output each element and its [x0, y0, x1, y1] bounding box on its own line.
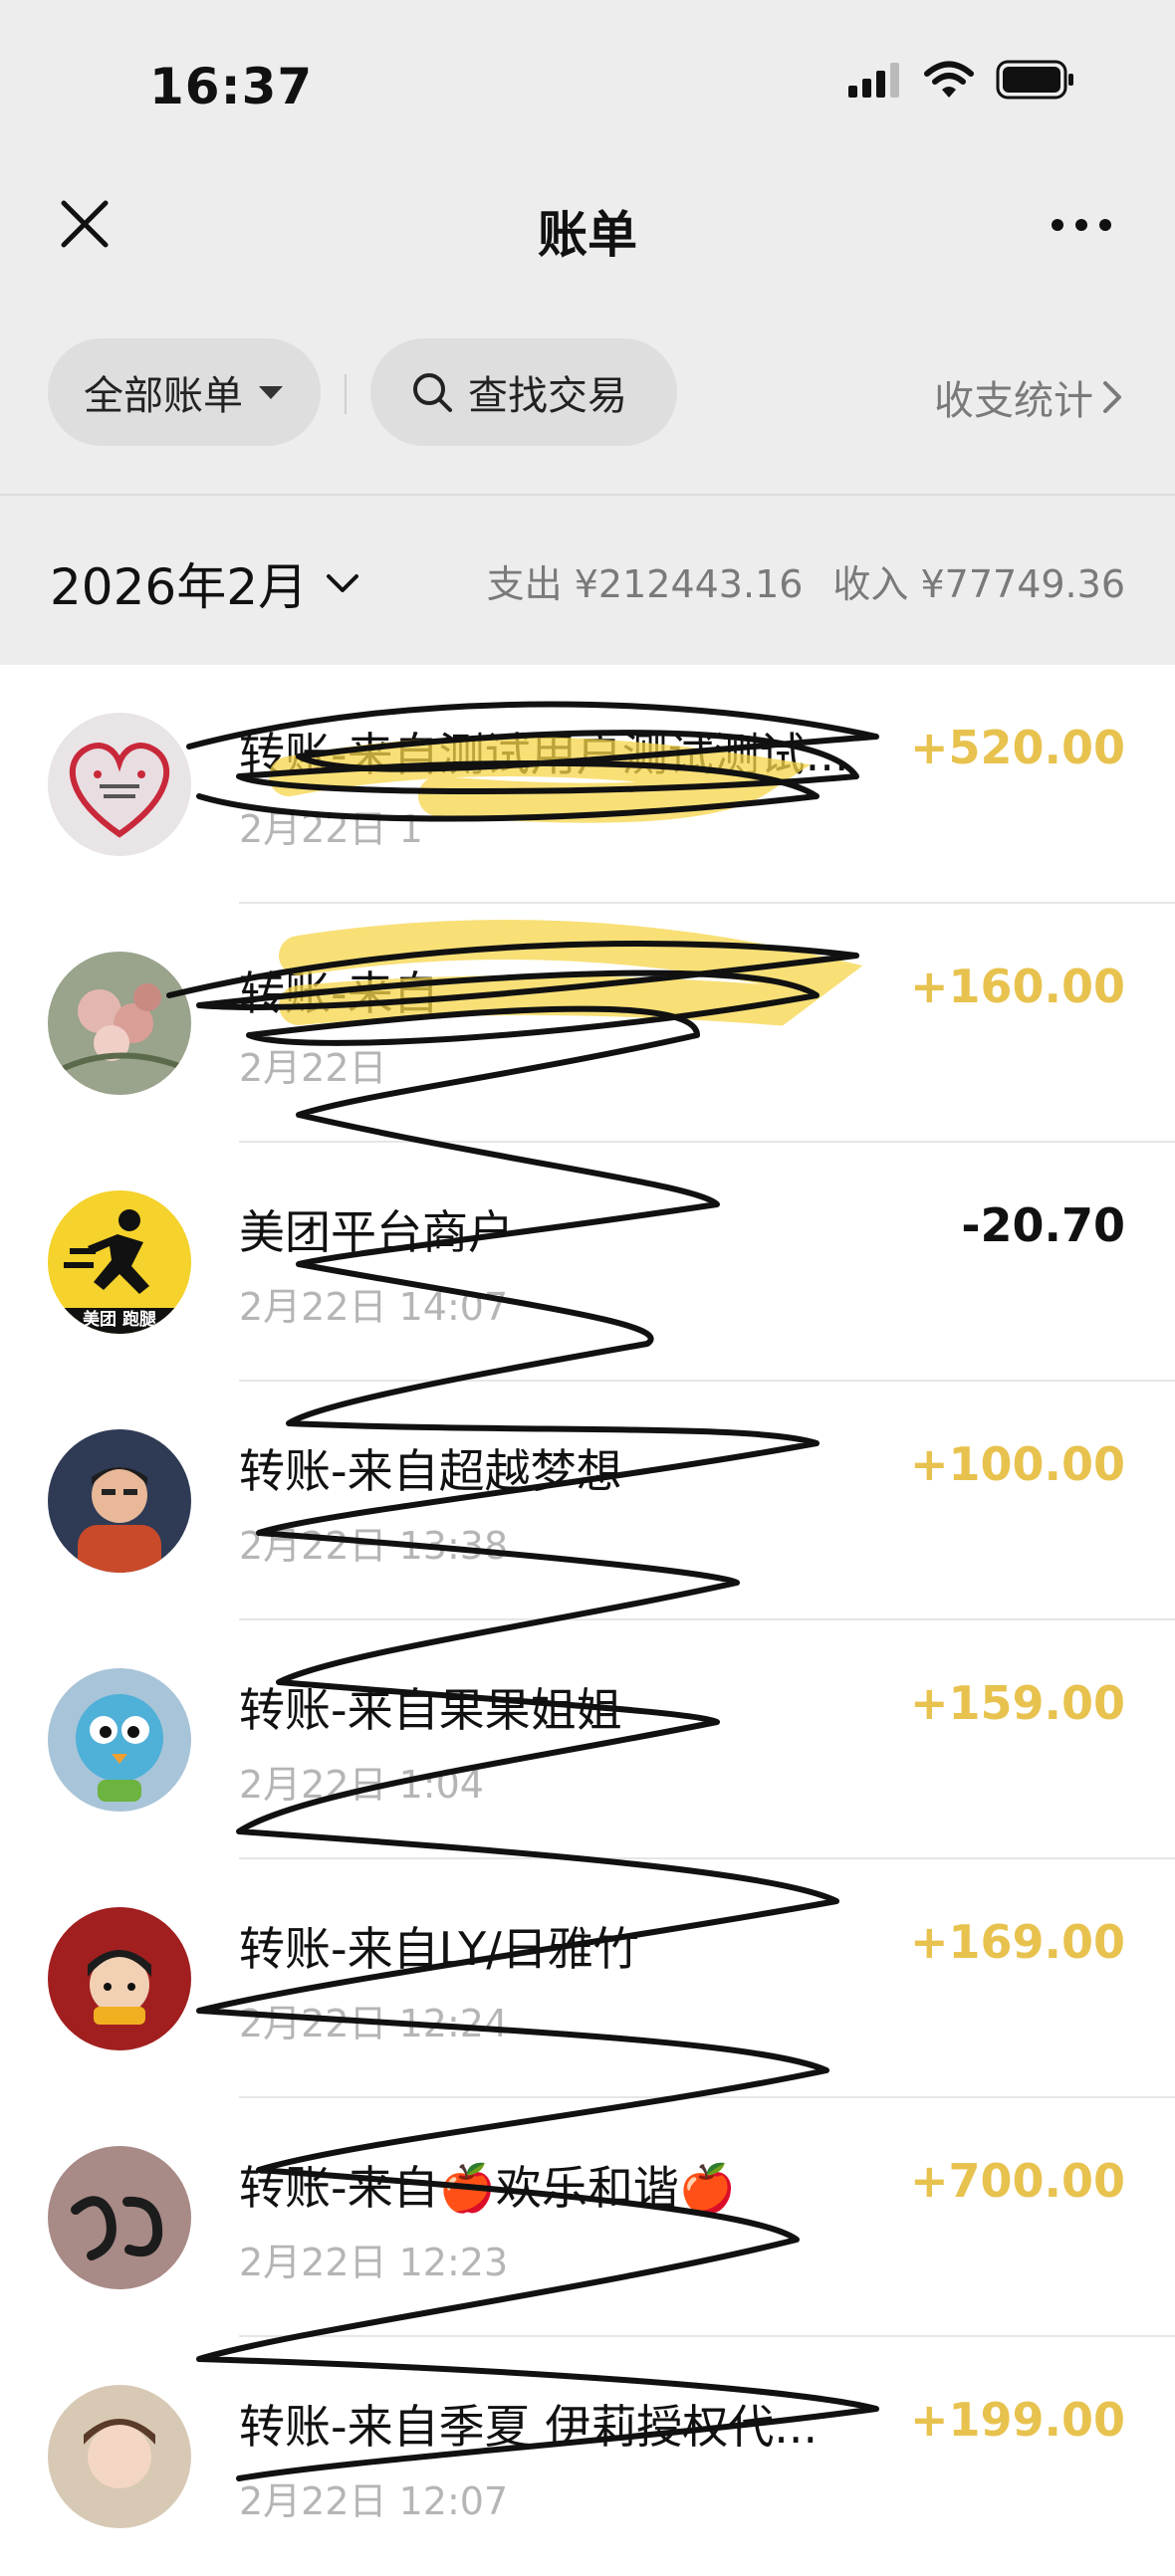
transaction-title: 转账-来自	[239, 966, 439, 1020]
transaction-amount: -20.70	[961, 1198, 1125, 1252]
transaction-amount: +169.00	[909, 1915, 1125, 1969]
month-selector[interactable]: 2026年2月	[50, 547, 359, 619]
all-bills-label: 全部账单	[84, 373, 243, 419]
meituan-label: 美团 跑腿	[83, 1310, 156, 1330]
transaction-title: 转账-来自测试用户测试测试...	[239, 728, 849, 781]
transaction-row[interactable]: 转账-来自超越梦想 2月22日 13:38 +100.00	[0, 1382, 1175, 1620]
month-summary: 支出 ¥212443.16 收入 ¥77749.36	[487, 553, 1125, 608]
transaction-amount: +700.00	[909, 2154, 1125, 2208]
filter-divider	[345, 374, 347, 414]
transaction-title: 转账-来自🍎欢乐和谐🍎	[239, 2161, 737, 2215]
transaction-row[interactable]: 转账-来自LY/日雅竹 2月22日 12:24 +169.00	[0, 1859, 1175, 2098]
transaction-time: 2月22日 1	[239, 807, 423, 851]
expense-total: 支出 ¥212443.16	[486, 562, 804, 606]
search-label: 查找交易	[468, 373, 627, 419]
avatar	[48, 713, 191, 856]
transaction-row[interactable]: 转账-来自季夏 伊莉授权代... 2月22日 12:07 +199.00	[0, 2337, 1175, 2576]
transaction-row[interactable]: 美团 跑腿 美团平台商户 2月22日 14:07 -20.70	[0, 1143, 1175, 1382]
chevron-down-icon	[327, 574, 359, 592]
month-label: 2026年2月	[50, 558, 309, 616]
transaction-time: 2月22日 12:07	[239, 2479, 509, 2523]
search-icon	[413, 373, 452, 412]
chevron-right-icon	[1103, 381, 1121, 413]
transaction-time: 2月22日 12:24	[239, 2002, 509, 2045]
signal-icon	[848, 63, 899, 98]
search-transaction-button[interactable]: 查找交易	[370, 338, 677, 446]
more-icon[interactable]	[1050, 205, 1113, 245]
status-icons	[846, 60, 1075, 100]
transaction-time: 2月22日 13:38	[239, 1524, 509, 1568]
transaction-title: 转账-来自季夏 伊莉授权代...	[239, 2400, 819, 2454]
transaction-row[interactable]: 转账-来自 2月22日 +160.00	[0, 904, 1175, 1143]
all-bills-filter-button[interactable]: 全部账单	[48, 338, 321, 446]
stats-label: 收支统计	[934, 378, 1093, 424]
transaction-row[interactable]: 转账-来自果果姐姐 2月22日 1:04 +159.00	[0, 1620, 1175, 1859]
meituan-avatar: 美团 跑腿	[48, 1190, 191, 1334]
transaction-time: 2月22日 12:23	[239, 2241, 509, 2284]
transaction-amount: +159.00	[909, 1676, 1125, 1730]
avatar	[48, 2146, 191, 2289]
income-expense-stats-link[interactable]: 收支统计	[934, 368, 1123, 426]
avatar	[48, 952, 191, 1095]
page-title: 账单	[538, 206, 637, 264]
header-divider	[0, 494, 1175, 496]
transaction-row[interactable]: 转账-来自🍎欢乐和谐🍎 2月22日 12:23 +700.00	[0, 2098, 1175, 2337]
status-time: 16:37	[149, 58, 314, 115]
transaction-amount: +520.00	[909, 721, 1125, 774]
transaction-amount: +100.00	[909, 1437, 1125, 1491]
transaction-time: 2月22日	[239, 1046, 387, 1090]
avatar	[48, 1668, 191, 1812]
transaction-time: 2月22日 1:04	[239, 1763, 484, 1807]
avatar	[48, 1429, 191, 1573]
avatar	[48, 1907, 191, 2050]
income-total: 收入 ¥77749.36	[832, 562, 1125, 606]
caret-down-icon	[259, 386, 283, 399]
wifi-icon	[924, 61, 974, 98]
transaction-row[interactable]: 转账-来自测试用户测试测试... 2月22日 1 +520.00	[0, 665, 1175, 904]
avatar	[48, 2385, 191, 2528]
battery-icon	[996, 60, 1073, 100]
transaction-time: 2月22日 14:07	[239, 1285, 509, 1329]
transaction-title: 转账-来自果果姐姐	[239, 1683, 622, 1737]
transaction-title: 转账-来自超越梦想	[239, 1444, 622, 1498]
transaction-title: 转账-来自LY/日雅竹	[239, 1922, 639, 1976]
transaction-amount: +199.00	[909, 2393, 1125, 2447]
transaction-amount: +160.00	[909, 960, 1125, 1013]
transaction-title: 美团平台商户	[239, 1205, 514, 1259]
